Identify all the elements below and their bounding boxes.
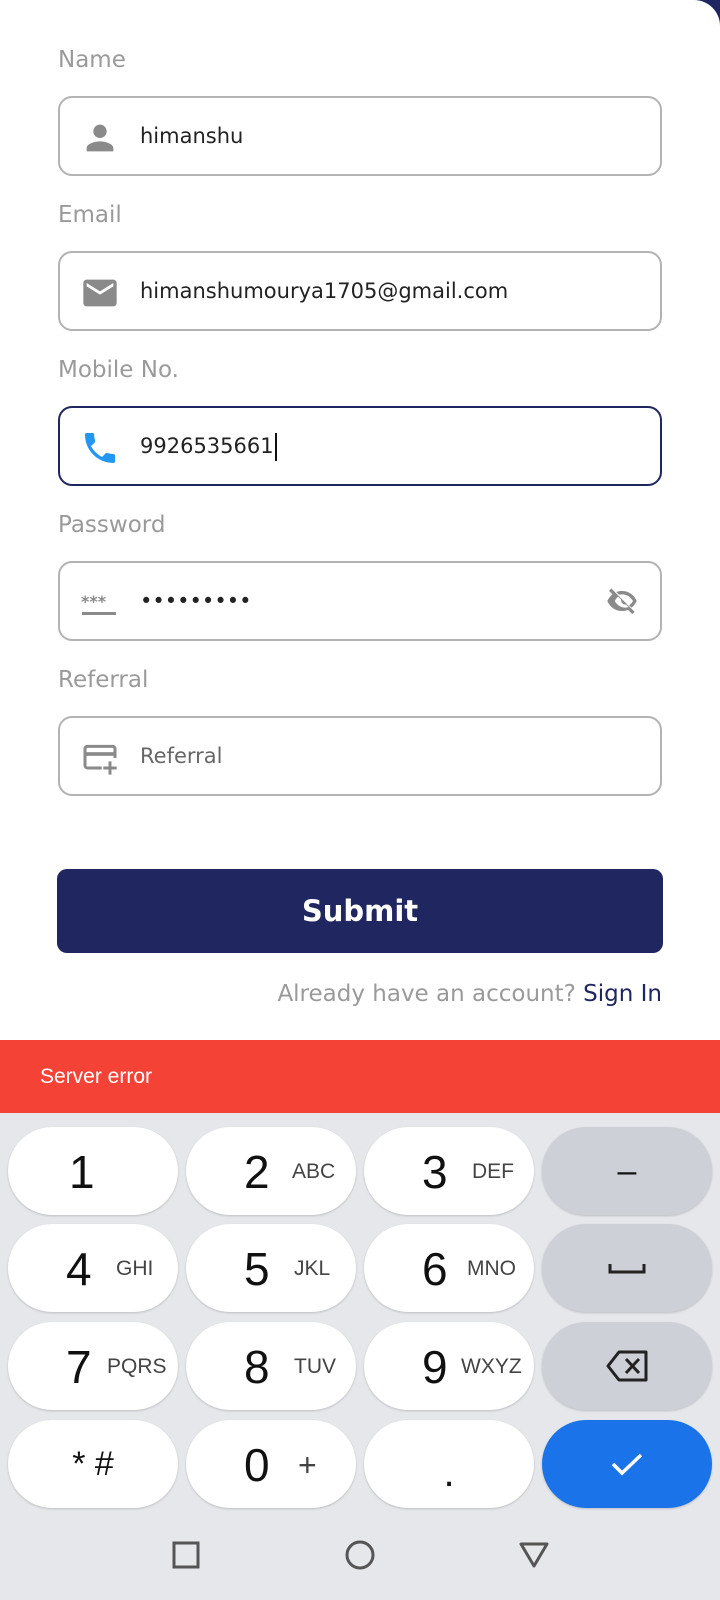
key-5[interactable]: 5 JKL — [186, 1224, 356, 1312]
key-star-hash[interactable]: * # — [8, 1420, 178, 1508]
card-plus-icon — [83, 744, 117, 775]
key-done[interactable] — [542, 1420, 712, 1508]
key-3[interactable]: 3 DEF — [364, 1127, 534, 1215]
mobile-field[interactable]: 9926535661 — [58, 406, 662, 486]
key-9[interactable]: 9 WXYZ — [364, 1322, 534, 1410]
referral-placeholder: Referral — [140, 744, 223, 768]
key-backspace[interactable] — [542, 1322, 712, 1410]
recents-icon[interactable] — [166, 1535, 206, 1575]
mobile-label: Mobile No. — [58, 357, 179, 383]
phone-icon — [85, 433, 115, 463]
signup-form-sheet: Name himanshu Email himanshumourya1705@g… — [0, 0, 720, 1040]
mobile-value: 9926535661 — [140, 408, 277, 484]
key-space[interactable] — [542, 1224, 712, 1312]
key-period[interactable]: . — [364, 1420, 534, 1508]
submit-button[interactable]: Submit — [57, 869, 663, 953]
person-icon — [86, 124, 114, 152]
email-label: Email — [58, 202, 122, 228]
name-label: Name — [58, 47, 126, 73]
name-value: himanshu — [140, 124, 244, 148]
referral-field[interactable]: Referral — [58, 716, 662, 796]
password-icon: *** — [81, 592, 116, 615]
svg-text:***: *** — [81, 592, 107, 611]
key-1[interactable]: 1 — [8, 1127, 178, 1215]
space-icon — [608, 1264, 646, 1274]
password-label: Password — [58, 512, 166, 538]
signin-link[interactable]: Sign In — [583, 981, 662, 1007]
error-snackbar: Server error — [0, 1040, 720, 1113]
mail-icon — [83, 279, 117, 307]
key-2[interactable]: 2 ABC — [186, 1127, 356, 1215]
back-icon[interactable] — [514, 1535, 554, 1575]
signin-prompt: Already have an account? — [277, 981, 576, 1007]
name-field[interactable]: himanshu — [58, 96, 662, 176]
password-field[interactable]: *** ••••••••• — [58, 561, 662, 641]
password-value: ••••••••• — [140, 589, 252, 613]
signin-row: Already have an account? Sign In — [277, 981, 662, 1007]
eye-off-icon[interactable] — [602, 581, 642, 621]
system-nav-bar — [0, 1510, 720, 1600]
key-4[interactable]: 4 GHI — [8, 1224, 178, 1312]
key-dash[interactable]: – — [542, 1127, 712, 1215]
home-icon[interactable] — [340, 1535, 380, 1575]
referral-label: Referral — [58, 667, 149, 693]
key-0[interactable]: 0 + — [186, 1420, 356, 1508]
key-6[interactable]: 6 MNO — [364, 1224, 534, 1312]
email-field[interactable]: himanshumourya1705@gmail.com — [58, 251, 662, 331]
snackbar-text: Server error — [40, 1065, 153, 1088]
checkmark-icon — [611, 1453, 643, 1476]
backspace-icon — [606, 1350, 648, 1382]
email-value: himanshumourya1705@gmail.com — [140, 279, 509, 303]
key-7[interactable]: 7 PQRS — [8, 1322, 178, 1410]
key-8[interactable]: 8 TUV — [186, 1322, 356, 1410]
text-caret — [274, 433, 277, 461]
